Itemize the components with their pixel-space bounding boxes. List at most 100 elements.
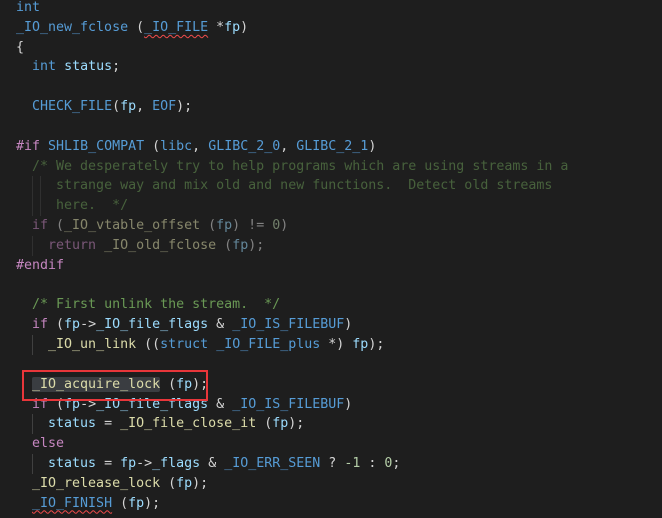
code-token: _IO_FILE_plus — [216, 337, 321, 353]
code-token: -1 — [344, 456, 361, 472]
code-token: strange way and mix old and new function… — [32, 178, 553, 194]
code-token: _flags — [152, 456, 201, 472]
code-token: /* First unlink the stream. */ — [32, 297, 281, 313]
code-token: -> — [136, 456, 153, 472]
code-token: GLIBC_2_1 — [296, 138, 369, 154]
code-token: status — [48, 456, 97, 472]
code-line[interactable]: _IO_un_link ((struct _IO_FILE_plus *) fp… — [16, 335, 568, 355]
code-line[interactable]: #if SHLIB_COMPAT (libc, GLIBC_2_0, GLIBC… — [16, 137, 568, 157]
code-line[interactable]: #endif — [16, 256, 568, 276]
code-token: ); — [248, 237, 265, 253]
code-token: ( — [160, 475, 177, 491]
code-token: ) != — [232, 218, 273, 234]
code-line[interactable]: { — [16, 38, 568, 58]
code-line[interactable]: _IO_release_lock (fp); — [16, 474, 568, 494]
code-line[interactable]: strange way and mix old and new function… — [16, 176, 568, 197]
code-token: : — [360, 456, 385, 472]
code-token: ); — [288, 416, 305, 432]
code-line[interactable]: CHECK_FILE(fp, EOF); — [16, 97, 568, 117]
code-token: fp — [352, 337, 369, 353]
indent-guide — [32, 196, 33, 217]
code-token: & — [208, 396, 233, 412]
code-token: ); — [144, 495, 161, 511]
code-line[interactable]: int status; — [16, 57, 568, 77]
code-token: GLIBC_2_0 — [208, 138, 281, 154]
code-token: & — [208, 317, 233, 333]
code-token: fp — [64, 317, 81, 333]
code-token: (( — [136, 337, 161, 353]
code-token: ? — [320, 456, 345, 472]
code-token: return — [48, 237, 97, 253]
code-token: _IO_new_fclose — [16, 19, 129, 35]
code-token: ); — [176, 99, 193, 115]
code-line[interactable]: _IO_FINISH (fp); — [16, 494, 568, 514]
code-token: ) — [344, 317, 353, 333]
code-token: EOF — [152, 99, 177, 115]
code-token: , — [192, 138, 209, 154]
code-line[interactable]: int — [16, 0, 568, 18]
code-token: = — [96, 416, 121, 432]
code-token: ); — [192, 475, 209, 491]
code-token: , — [280, 138, 297, 154]
code-token: _IO_file_flags — [96, 317, 209, 333]
code-line[interactable]: _IO_new_fclose (_IO_FILE *fp) — [16, 18, 568, 38]
code-line[interactable]: if (fp->_IO_file_flags & _IO_IS_FILEBUF) — [16, 315, 568, 335]
code-token: ( — [112, 495, 129, 511]
code-token: SHLIB_COMPAT — [48, 138, 145, 154]
code-token: ( — [200, 218, 217, 234]
code-token: fp — [120, 99, 137, 115]
code-token: _IO_IS_FILEBUF — [232, 396, 345, 412]
code-token: { — [16, 39, 25, 55]
code-token: fp — [232, 237, 249, 253]
code-line[interactable]: /* We desperately try to help programs w… — [16, 157, 568, 177]
code-editor[interactable]: int _IO_new_fclose (_IO_FILE *fp){ int st… — [16, 0, 568, 514]
code-token: ( — [256, 416, 273, 432]
code-token: fp — [176, 475, 193, 491]
code-line[interactable]: return _IO_old_fclose (fp); — [16, 235, 568, 256]
code-token: fp — [272, 416, 289, 432]
indent-guide — [32, 235, 33, 256]
indent-guide — [32, 176, 33, 197]
indent-guide — [32, 335, 33, 355]
code-token: fp — [216, 218, 233, 234]
code-token: if — [32, 218, 49, 234]
code-token: & — [200, 456, 225, 472]
code-line[interactable] — [16, 77, 568, 97]
code-line[interactable]: if (_IO_vtable_offset (fp) != 0) — [16, 216, 568, 236]
code-token: _IO_old_fclose — [104, 237, 217, 253]
code-line[interactable]: status = _IO_file_close_it (fp); — [16, 414, 568, 435]
code-line[interactable]: /* First unlink the stream. */ — [16, 295, 568, 315]
code-token: if — [32, 317, 49, 333]
code-token: ) — [240, 19, 249, 35]
code-token: int — [32, 59, 57, 75]
code-token: _IO_vtable_offset — [64, 218, 201, 234]
code-token: _IO_release_lock — [32, 475, 161, 491]
code-token: ( — [48, 218, 65, 234]
code-token: *) — [320, 337, 353, 353]
code-token: ); — [368, 337, 385, 353]
code-token: ( — [48, 317, 65, 333]
code-line[interactable]: here. */ — [16, 196, 568, 217]
code-token: fp — [128, 495, 145, 511]
code-line[interactable] — [16, 117, 568, 137]
code-token: _IO_ERR_SEEN — [224, 456, 321, 472]
code-line[interactable]: status = fp->_flags & _IO_ERR_SEEN ? -1 … — [16, 454, 568, 474]
code-line[interactable]: else — [16, 434, 568, 454]
code-line[interactable] — [16, 276, 568, 296]
code-token: #endif — [16, 257, 65, 273]
code-token: #if — [16, 138, 41, 154]
